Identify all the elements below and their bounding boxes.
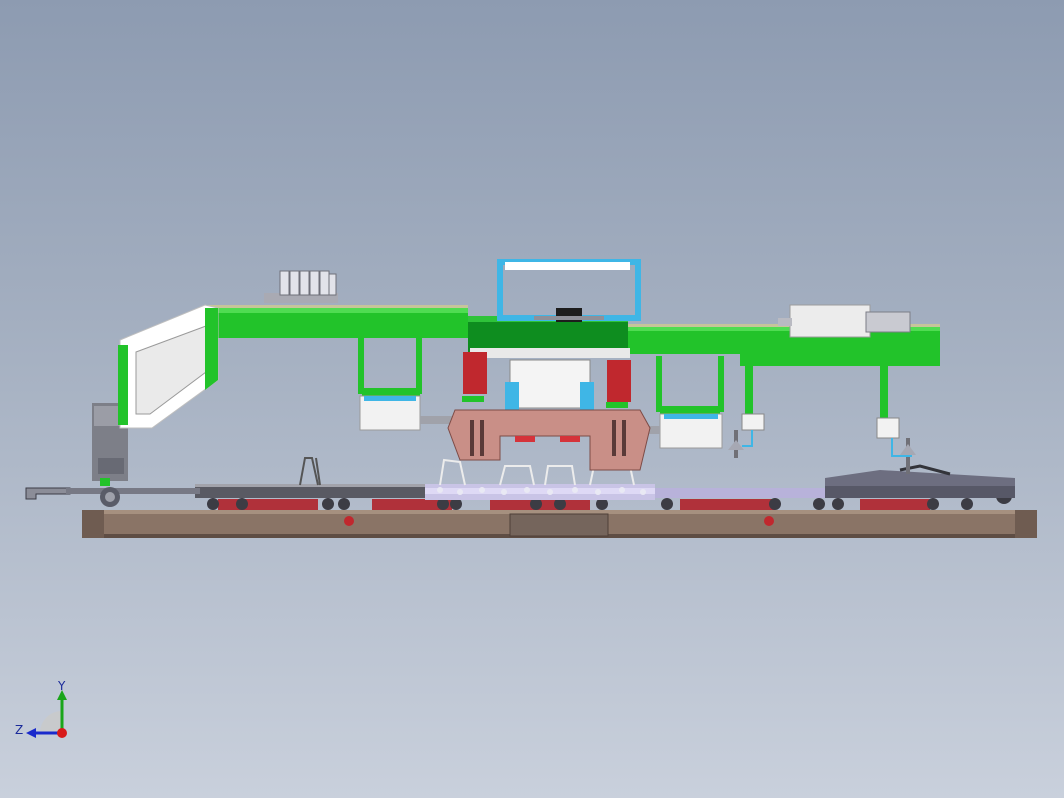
z-axis-label: Z — [15, 723, 23, 737]
pneumatic-cylinder — [778, 304, 911, 338]
cad-viewport[interactable]: Y Z — [0, 0, 1064, 798]
center-gripper — [447, 259, 651, 471]
valve-bank — [264, 270, 338, 303]
coordinate-triad-icon: Y Z — [15, 679, 67, 738]
assembly-model[interactable] — [0, 0, 1064, 798]
x-axis-icon — [57, 728, 67, 738]
left-clamp — [25, 403, 200, 507]
base-plate — [82, 510, 1037, 538]
y-axis-label: Y — [57, 679, 66, 693]
